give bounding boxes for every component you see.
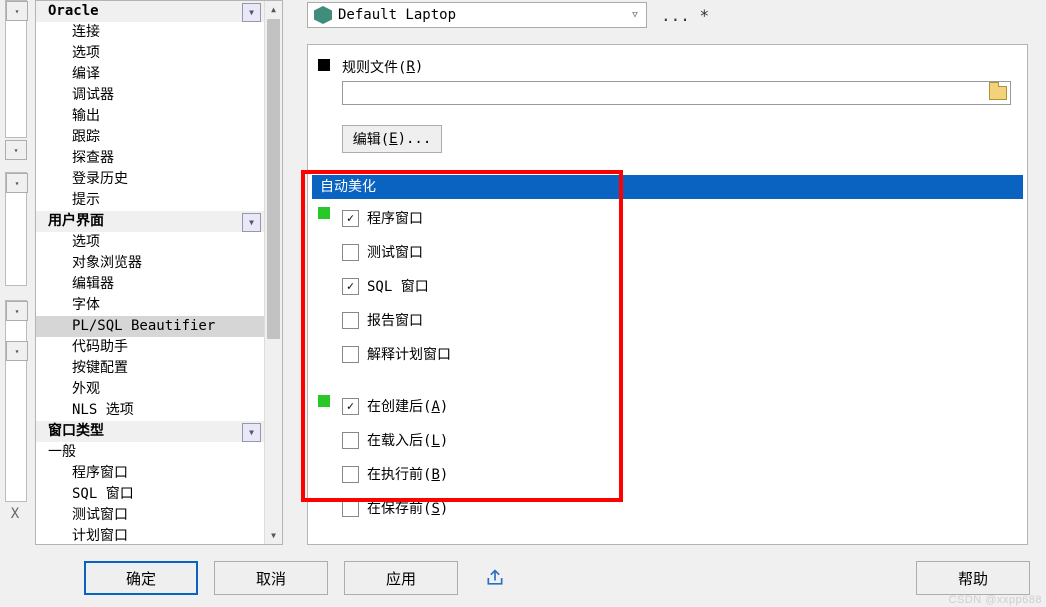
checkbox-icon [342, 210, 359, 227]
checkbox-label: 在保存前(S) [367, 498, 448, 518]
checkbox-label: 在执行前(B) [367, 464, 448, 484]
tree-item[interactable]: 提示 [36, 190, 265, 211]
group-marker-group2 [318, 395, 330, 407]
scroll-up-icon[interactable]: ▲ [265, 1, 282, 18]
checkbox-sql-window[interactable]: SQL 窗口 [342, 275, 429, 297]
checkbox-icon [342, 312, 359, 329]
rail-slot-3-btn-b[interactable]: ▾ [6, 341, 28, 361]
device-combo[interactable]: Default Laptop ▽ [307, 2, 647, 28]
left-rail: ▾ ▾ ▾ ▾ ▾ X [0, 0, 32, 545]
tree-item[interactable]: 选项 [36, 232, 265, 253]
rail-slot-1-btn-a[interactable]: ▾ [6, 1, 28, 21]
rule-file-label: 规则文件(R) [342, 57, 423, 77]
checkbox-icon [342, 346, 359, 363]
tree-item[interactable]: 探查器 [36, 148, 265, 169]
device-combo-label: Default Laptop [338, 7, 624, 23]
checkbox-icon [342, 398, 359, 415]
checkbox-label: 程序窗口 [367, 208, 423, 228]
tree-item[interactable]: 连接 [36, 22, 265, 43]
collapse-icon[interactable]: ▼ [242, 213, 261, 232]
checkbox-icon [342, 278, 359, 295]
rail-slot-1: ▾ [5, 0, 27, 138]
tree-item[interactable]: 选项 [36, 43, 265, 64]
checkbox-label: 在载入后(L) [367, 430, 448, 450]
checkbox-label: 在创建后(A) [367, 396, 448, 416]
section-header-auto-beautify: 自动美化 [312, 175, 1023, 199]
rail-slot-3-btn-a[interactable]: ▾ [6, 301, 28, 321]
tree-group-window-types[interactable]: 窗口类型 ▼ [36, 421, 265, 442]
help-button[interactable]: 帮助 [916, 561, 1030, 595]
tree-item[interactable]: 字体 [36, 295, 265, 316]
tree-item[interactable]: 外观 [36, 379, 265, 400]
options-tree-panel: Oracle ▼ 连接 选项 编译 调试器 输出 跟踪 探查器 登录历史 提示 … [35, 0, 283, 545]
checkbox-label: SQL 窗口 [367, 276, 429, 296]
checkbox-after-load[interactable]: 在载入后(L) [342, 429, 448, 451]
rule-file-input[interactable] [342, 81, 1011, 105]
rail-slot-2-btn-a[interactable]: ▾ [6, 173, 28, 193]
checkbox-icon [342, 432, 359, 449]
device-row: Default Laptop ▽ ... * [307, 0, 1028, 34]
rail-close-x[interactable]: X [6, 506, 24, 522]
tree-item[interactable]: 测试窗口 [36, 505, 265, 526]
checkbox-label: 测试窗口 [367, 242, 423, 262]
tree-group-ui[interactable]: 用户界面 ▼ [36, 211, 265, 232]
tree-group-label: 窗口类型 [48, 423, 104, 439]
tree-item[interactable]: 程序窗口 [36, 463, 265, 484]
tree-item[interactable]: 代码助手 [36, 337, 265, 358]
tree-item[interactable]: 输出 [36, 106, 265, 127]
group-marker-rulefile [318, 59, 330, 71]
scroll-down-icon[interactable]: ▼ [265, 527, 282, 544]
checkbox-program-window[interactable]: 程序窗口 [342, 207, 423, 229]
tree-item[interactable]: 编译 [36, 64, 265, 85]
chevron-down-icon: ▽ [624, 10, 646, 20]
settings-right-area: Default Laptop ▽ ... * 规则文件(R) 编辑(E)... … [297, 0, 1038, 545]
tree-item-plsql-beautifier[interactable]: PL/SQL Beautifier [36, 316, 265, 337]
scroll-thumb[interactable] [267, 19, 280, 339]
tree-scrollbar[interactable]: ▲ ▼ [264, 1, 282, 544]
checkbox-test-window[interactable]: 测试窗口 [342, 241, 423, 263]
tree-item[interactable]: SQL 窗口 [36, 484, 265, 505]
tree-item[interactable]: 登录历史 [36, 169, 265, 190]
cancel-button[interactable]: 取消 [214, 561, 328, 595]
share-icon [485, 568, 505, 588]
checkbox-explain-plan-window[interactable]: 解释计划窗口 [342, 343, 451, 365]
tree-group-oracle[interactable]: Oracle ▼ [36, 1, 265, 22]
ok-button[interactable]: 确定 [84, 561, 198, 595]
checkbox-label: 解释计划窗口 [367, 344, 451, 364]
tree-group-label: 用户界面 [48, 213, 104, 229]
rail-slot-2: ▾ [5, 172, 27, 286]
rail-combo-1[interactable]: ▾ [5, 140, 27, 160]
checkbox-after-create[interactable]: 在创建后(A) [342, 395, 448, 417]
device-extra-text: ... * [661, 6, 709, 26]
checkbox-before-execute[interactable]: 在执行前(B) [342, 463, 448, 485]
dialog-button-bar: 确定 取消 应用 帮助 [60, 555, 1038, 601]
checkbox-report-window[interactable]: 报告窗口 [342, 309, 423, 331]
group-marker-group1 [318, 207, 330, 219]
checkbox-icon [342, 500, 359, 517]
share-button[interactable] [480, 563, 510, 593]
checkbox-icon [342, 244, 359, 261]
rail-slot-3: ▾ ▾ [5, 300, 27, 502]
edit-button[interactable]: 编辑(E)... [342, 125, 442, 153]
checkbox-before-save[interactable]: 在保存前(S) [342, 497, 448, 519]
browse-folder-button[interactable] [987, 82, 1009, 104]
tree-item[interactable]: 计划窗口 [36, 526, 265, 544]
tree-item[interactable]: 调试器 [36, 85, 265, 106]
collapse-icon[interactable]: ▼ [242, 3, 261, 22]
package-icon [314, 6, 332, 24]
tree-item[interactable]: 按键配置 [36, 358, 265, 379]
folder-icon [989, 86, 1007, 100]
collapse-icon[interactable]: ▼ [242, 423, 261, 442]
tree-item[interactable]: 编辑器 [36, 274, 265, 295]
tree-item[interactable]: NLS 选项 [36, 400, 265, 421]
checkbox-icon [342, 466, 359, 483]
checkbox-label: 报告窗口 [367, 310, 423, 330]
options-tree[interactable]: Oracle ▼ 连接 选项 编译 调试器 输出 跟踪 探查器 登录历史 提示 … [36, 1, 265, 544]
apply-button[interactable]: 应用 [344, 561, 458, 595]
settings-main-panel: 规则文件(R) 编辑(E)... 自动美化 程序窗口 测试窗口 [307, 44, 1028, 545]
tree-item[interactable]: 对象浏览器 [36, 253, 265, 274]
tree-item[interactable]: 跟踪 [36, 127, 265, 148]
tree-group-label: Oracle [48, 3, 99, 19]
tree-item[interactable]: 一般 [36, 442, 265, 463]
